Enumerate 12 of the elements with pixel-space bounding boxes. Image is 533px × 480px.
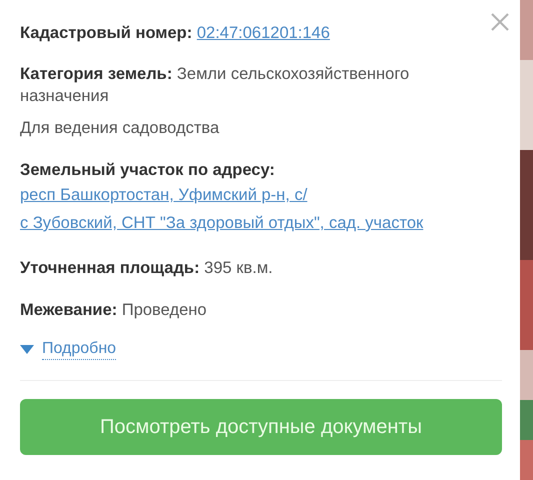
field-label: Земельный участок по адресу: (20, 161, 275, 179)
field-note: Для ведения садоводства (20, 119, 220, 137)
address-link[interactable]: респ Башкортостан, Уфимский р-н, с/ (20, 186, 308, 204)
cadastral-number-link[interactable]: 02:47:061201:146 (196, 24, 330, 42)
field-text: Уточненная площадь: 395 кв.м. (20, 258, 274, 279)
address-link[interactable]: с Зубовский, СНТ "За здоровый отдых", сад. участок (20, 214, 424, 232)
field-text: Межевание: Проведено (20, 300, 208, 321)
field-label: Кадастровый номер: (20, 24, 192, 42)
details-link[interactable]: Подробно (42, 339, 116, 360)
field-text: Категория земель: Земли сельскохозяйственного назначения (20, 64, 410, 107)
close-icon[interactable] (490, 12, 510, 32)
view-documents-button[interactable]: Посмотреть доступные документы (20, 399, 502, 455)
